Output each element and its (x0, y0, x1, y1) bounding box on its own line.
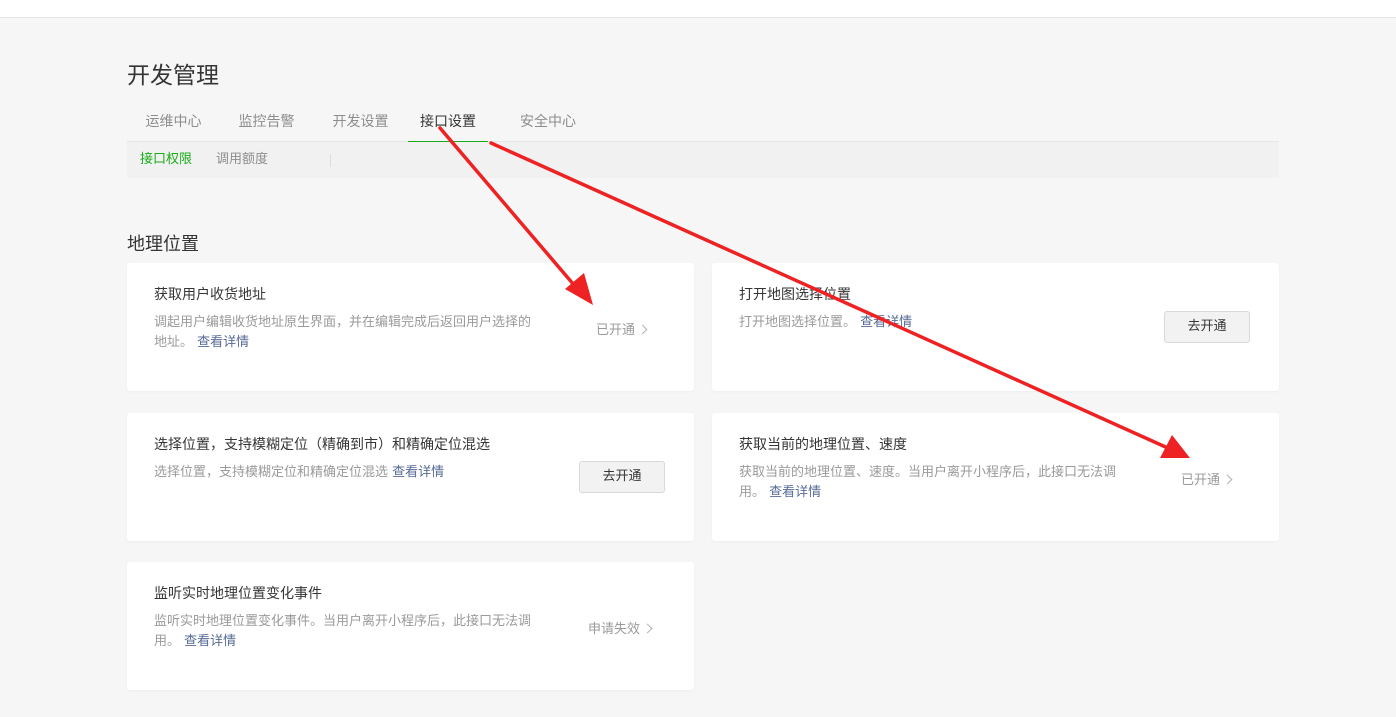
tab-dev-settings[interactable]: 开发设置 (313, 105, 408, 142)
view-details-link[interactable]: 查看详情 (392, 465, 444, 480)
api-card: 获取当前的地理位置、速度 获取当前的地理位置、速度。当用户离开小程序后，此接口无… (712, 413, 1279, 541)
subnav-api-permissions[interactable]: 接口权限 (140, 142, 192, 178)
card-title: 打开地图选择位置 (739, 287, 851, 303)
status-expired[interactable]: 申请失效 (588, 618, 653, 637)
chevron-right-icon (637, 324, 648, 335)
sub-nav: 接口权限 调用额度 (127, 142, 1279, 178)
card-title: 获取用户收货地址 (154, 287, 266, 303)
tab-security-center[interactable]: 安全中心 (502, 105, 594, 142)
status-label: 已开通 (1181, 473, 1221, 488)
card-desc-text: 打开地图选择位置。 (739, 315, 857, 330)
tab-api-settings[interactable]: 接口设置 (408, 105, 488, 143)
enable-button[interactable]: 去开通 (579, 461, 665, 493)
view-details-link[interactable]: 查看详情 (860, 315, 912, 330)
card-desc-text: 选择位置，支持模糊定位和精确定位混选 (154, 465, 389, 480)
top-bar (0, 0, 1396, 18)
api-card: 打开地图选择位置 打开地图选择位置。 查看详情 去开通 (712, 263, 1279, 391)
tab-ops-center[interactable]: 运维中心 (127, 105, 220, 142)
status-label: 已开通 (596, 323, 636, 338)
view-details-link[interactable]: 查看详情 (184, 634, 236, 649)
enable-button[interactable]: 去开通 (1164, 311, 1250, 343)
status-opened[interactable]: 已开通 (596, 319, 648, 338)
view-details-link[interactable]: 查看详情 (769, 485, 821, 500)
card-description: 监听实时地理位置变化事件。当用户离开小程序后，此接口无法调用。 查看详情 (154, 612, 539, 652)
tab-bar: 运维中心 监控告警 开发设置 接口设置 安全中心 (127, 105, 1279, 143)
page-title: 开发管理 (127, 63, 219, 89)
subnav-call-quota[interactable]: 调用额度 (216, 142, 268, 178)
card-description: 获取当前的地理位置、速度。当用户离开小程序后，此接口无法调用。 查看详情 (739, 463, 1124, 503)
chevron-right-icon (642, 623, 653, 634)
card-description: 调起用户编辑收货地址原生界面，并在编辑完成后返回用户选择的地址。 查看详情 (154, 313, 542, 353)
tab-monitoring[interactable]: 监控告警 (220, 105, 313, 142)
card-title: 选择位置，支持模糊定位（精确到市）和精确定位混选 (154, 437, 490, 453)
card-description: 选择位置，支持模糊定位和精确定位混选 查看详情 (154, 463, 539, 483)
api-card: 监听实时地理位置变化事件 监听实时地理位置变化事件。当用户离开小程序后，此接口无… (127, 562, 694, 690)
subnav-divider (330, 154, 331, 167)
status-opened[interactable]: 已开通 (1181, 469, 1233, 488)
card-title: 监听实时地理位置变化事件 (154, 586, 322, 602)
card-title: 获取当前的地理位置、速度 (739, 437, 907, 453)
chevron-right-icon (1222, 474, 1233, 485)
section-title: 地理位置 (127, 234, 199, 255)
card-description: 打开地图选择位置。 查看详情 (739, 313, 1124, 333)
status-label: 申请失效 (588, 622, 641, 637)
view-details-link[interactable]: 查看详情 (197, 335, 249, 350)
api-card: 获取用户收货地址 调起用户编辑收货地址原生界面，并在编辑完成后返回用户选择的地址… (127, 263, 694, 391)
api-card: 选择位置，支持模糊定位（精确到市）和精确定位混选 选择位置，支持模糊定位和精确定… (127, 413, 694, 541)
